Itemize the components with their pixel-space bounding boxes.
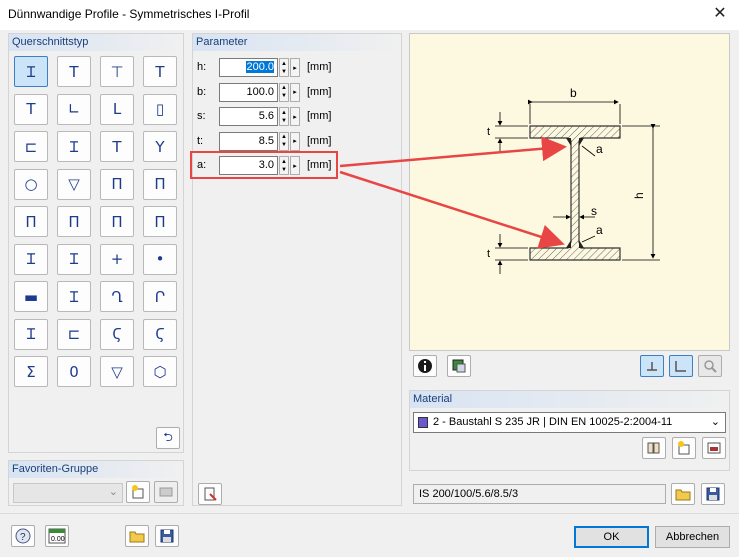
show-dimensions-icon[interactable] [640,355,664,377]
annotation-arrows [339,136,567,249]
info-icon[interactable] [413,355,437,377]
svg-text:?: ? [20,532,26,543]
material-panel: Material 2 - Baustahl S 235 JR | DIN EN … [409,390,730,471]
edit-material-icon[interactable] [702,437,726,459]
chevron-down-icon: ⌄ [710,416,720,428]
material-dropdown[interactable]: 2 - Baustahl S 235 JR | DIN EN 10025-2:2… [413,412,726,433]
show-axes-icon[interactable] [669,355,693,377]
svg-text:0.00: 0.00 [51,536,65,543]
material-title: Material [410,391,729,408]
new-material-icon[interactable] [672,437,696,459]
arrow-to-bottom-weld [339,170,565,249]
save-icon[interactable] [701,483,725,505]
open-folder-icon[interactable] [671,483,695,505]
load-icon[interactable] [125,525,149,547]
details-icon[interactable] [447,355,471,377]
zoom-icon[interactable] [698,355,722,377]
material-color-swatch [418,417,428,428]
section-name-field[interactable]: IS 200/100/5.6/8.5/3 [413,484,666,504]
arrow-to-top-weld [339,136,567,168]
cancel-button[interactable]: Abbrechen [655,526,730,548]
units-icon[interactable]: 0.00 [45,525,69,547]
help-icon[interactable]: ? [11,525,35,547]
footer-separator [0,513,739,514]
save-default-icon[interactable] [155,525,179,547]
ok-button[interactable]: OK [574,526,649,548]
material-selected: 2 - Baustahl S 235 JR | DIN EN 10025-2:2… [433,416,673,428]
material-library-icon[interactable] [642,437,666,459]
